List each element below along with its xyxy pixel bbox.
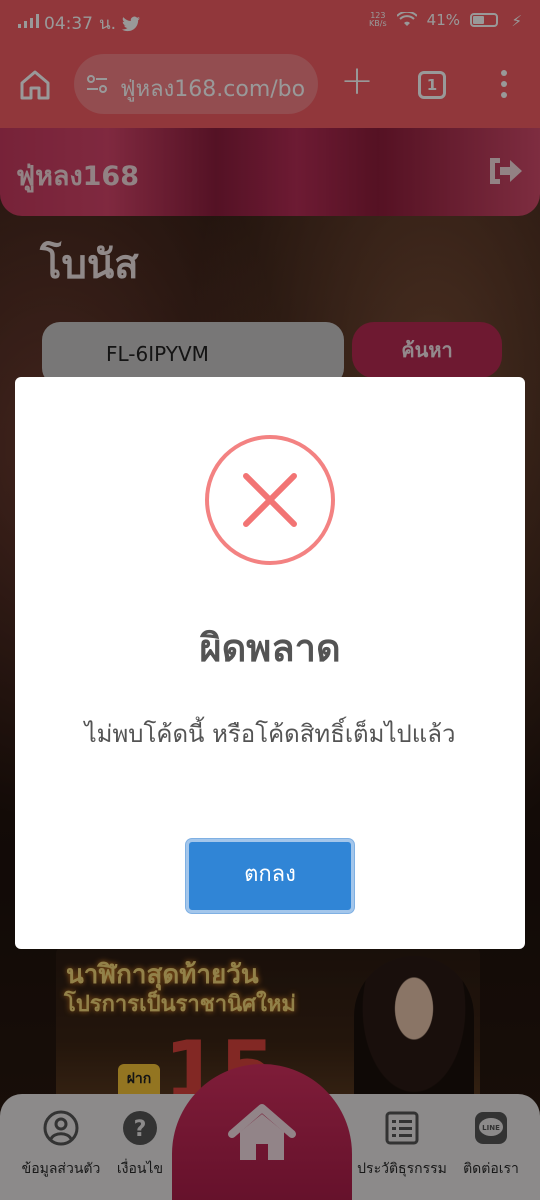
dialog-message: ไม่พบโค้ดนี้ หรือโค้ดสิทธิ์เต็มไปแล้ว [84,720,456,748]
ok-button[interactable]: ตกลง [186,839,354,913]
error-dialog: ผิดพลาด ไม่พบโค้ดนี้ หรือโค้ดสิทธิ์เต็มไ… [15,377,525,949]
dialog-title: ผิดพลาด [199,626,341,670]
error-x-icon [205,435,335,565]
